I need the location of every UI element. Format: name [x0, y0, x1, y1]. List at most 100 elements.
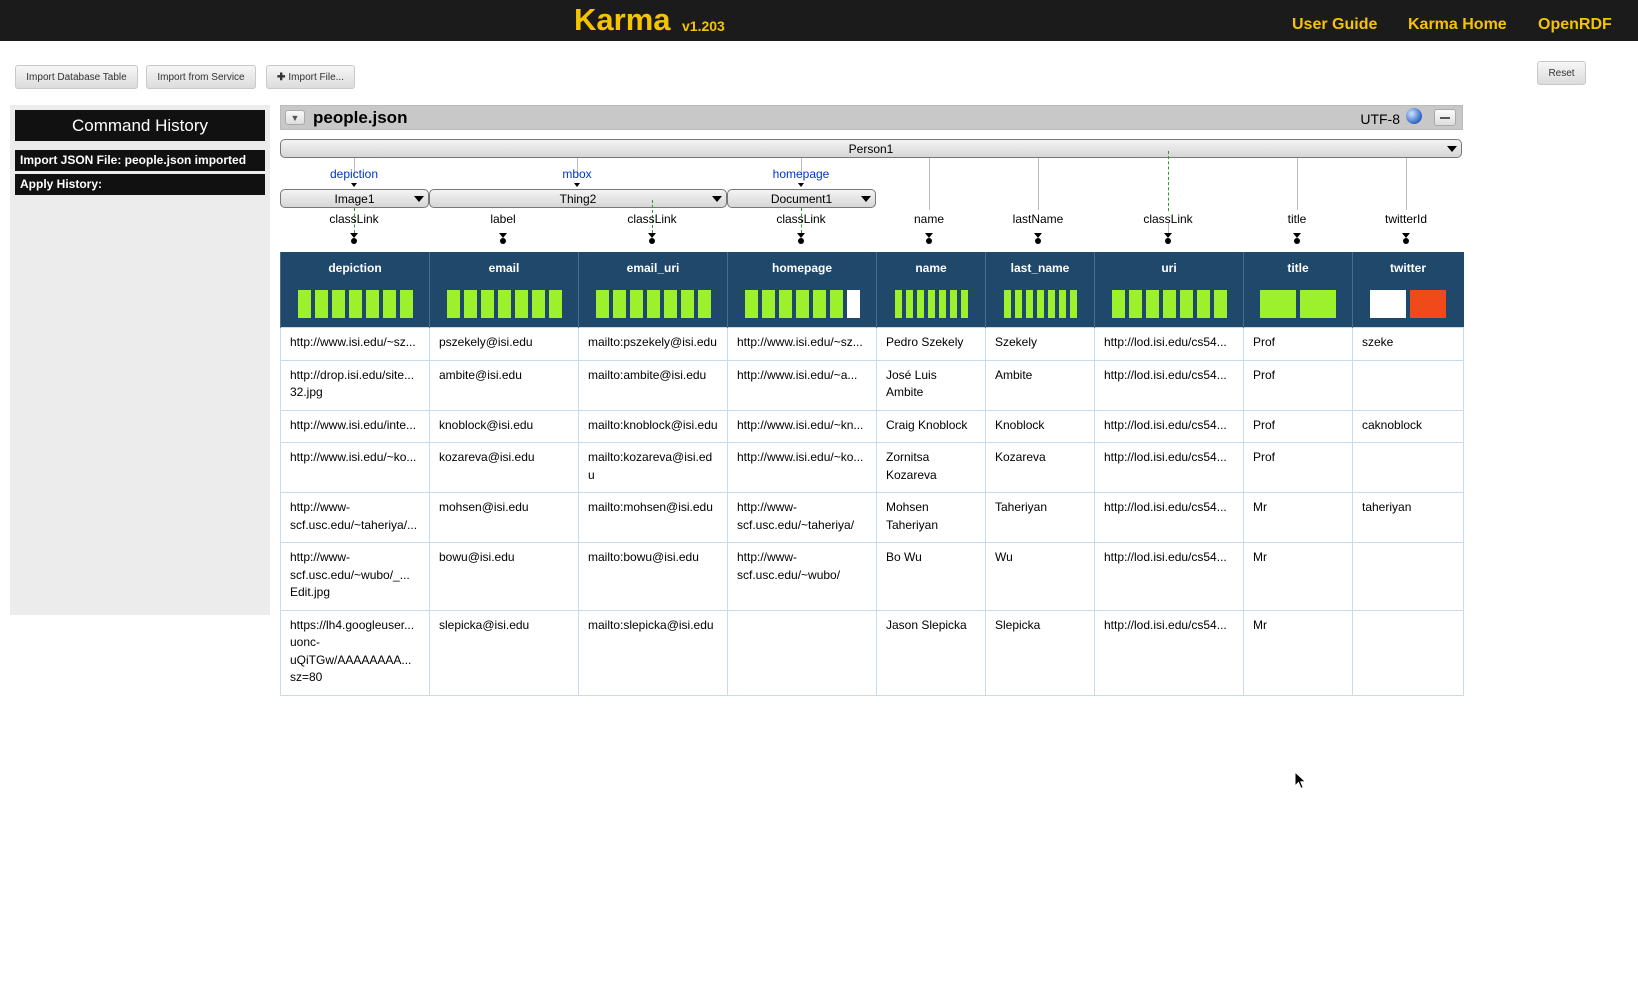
property-label[interactable]: label [490, 212, 515, 226]
class-node-document[interactable]: Document1 [727, 189, 876, 208]
column-header[interactable]: title [1243, 252, 1353, 328]
table-cell[interactable]: mailto:ambite@isi.edu [578, 359, 728, 411]
column-histogram[interactable] [1095, 290, 1243, 318]
table-cell[interactable]: mohsen@isi.edu [429, 492, 579, 543]
table-cell[interactable] [1352, 542, 1464, 611]
column-histogram[interactable] [1244, 290, 1352, 318]
column-header[interactable]: name [876, 252, 986, 328]
table-cell[interactable]: bowu@isi.edu [429, 542, 579, 611]
table-cell[interactable]: mailto:mohsen@isi.edu [578, 492, 728, 543]
table-cell[interactable]: mailto:kozareva@isi.edu [578, 442, 728, 493]
table-cell[interactable]: http://www- scf.usc.edu/~taheriya/... [280, 492, 430, 543]
table-cell[interactable]: Bo Wu [876, 542, 986, 611]
reset-button[interactable]: Reset [1537, 61, 1586, 85]
table-cell[interactable]: Craig Knoblock [876, 409, 986, 443]
openrdf-link[interactable]: OpenRDF [1538, 16, 1612, 34]
property-label[interactable]: twitterId [1385, 212, 1427, 226]
table-cell[interactable]: http://www- scf.usc.edu/~taheriya/ [727, 492, 877, 543]
table-cell[interactable]: Mohsen Taheriyan [876, 492, 986, 543]
table-cell[interactable]: http://lod.isi.edu/cs54... [1094, 442, 1244, 493]
column-histogram[interactable] [1353, 290, 1463, 318]
import-database-table-button[interactable]: Import Database Table [15, 65, 138, 89]
table-cell[interactable]: http://www.isi.edu/~a... [727, 359, 877, 411]
table-cell[interactable]: Taheriyan [985, 492, 1095, 543]
column-histogram[interactable] [430, 290, 578, 318]
command-history-item[interactable]: Apply History: [15, 174, 265, 195]
table-cell[interactable]: http://www- scf.usc.edu/~wubo/_... Edit.… [280, 542, 430, 611]
column-header[interactable]: uri [1094, 252, 1244, 328]
table-cell[interactable]: knoblock@isi.edu [429, 409, 579, 443]
minimize-button[interactable] [1434, 109, 1456, 126]
property-label[interactable]: name [914, 212, 944, 226]
column-header-label[interactable]: email [430, 261, 578, 275]
import-file-button[interactable]: ✚ Import File... [266, 65, 355, 89]
encoding-label[interactable]: UTF-8 [1360, 111, 1400, 127]
column-header-label[interactable]: uri [1095, 261, 1243, 275]
table-cell[interactable]: Prof [1243, 359, 1353, 411]
table-cell[interactable]: Mr [1243, 492, 1353, 543]
table-cell[interactable]: Pedro Szekely [876, 327, 986, 361]
table-cell[interactable]: mailto:slepicka@isi.edu [578, 609, 728, 696]
table-cell[interactable]: http://www.isi.edu/~kn... [727, 409, 877, 443]
table-cell[interactable]: Kozareva [985, 442, 1095, 493]
property-label[interactable]: classLink [329, 212, 378, 226]
table-cell[interactable]: http://www.isi.edu/~sz... [727, 327, 877, 361]
table-cell[interactable]: Prof [1243, 327, 1353, 361]
table-cell[interactable]: Jason Slepicka [876, 609, 986, 696]
table-cell[interactable]: Knoblock [985, 409, 1095, 443]
column-header-label[interactable]: title [1244, 261, 1352, 275]
table-cell[interactable]: Prof [1243, 409, 1353, 443]
table-cell[interactable]: Ambite [985, 359, 1095, 411]
table-cell[interactable]: Zornitsa Kozareva [876, 442, 986, 493]
table-cell[interactable]: http://lod.isi.edu/cs54... [1094, 609, 1244, 696]
table-cell[interactable]: Mr [1243, 609, 1353, 696]
globe-icon[interactable] [1406, 108, 1422, 124]
link-label-depiction[interactable]: depiction [330, 167, 378, 181]
table-cell[interactable]: https://lh4.googleuser... uonc- uQiTGw/A… [280, 609, 430, 696]
column-histogram[interactable] [728, 290, 876, 318]
table-cell[interactable]: Prof [1243, 442, 1353, 493]
column-header-label[interactable]: last_name [986, 261, 1094, 275]
table-cell[interactable]: slepicka@isi.edu [429, 609, 579, 696]
column-header[interactable]: homepage [727, 252, 877, 328]
column-header[interactable]: depiction [280, 252, 430, 328]
column-header[interactable]: twitter [1352, 252, 1464, 328]
table-cell[interactable] [1352, 609, 1464, 696]
property-label[interactable]: title [1288, 212, 1307, 226]
column-histogram[interactable] [877, 290, 985, 318]
column-header-label[interactable]: twitter [1353, 261, 1463, 275]
column-header-label[interactable]: homepage [728, 261, 876, 275]
table-cell[interactable]: José Luis Ambite [876, 359, 986, 411]
table-cell[interactable]: http://www- scf.usc.edu/~wubo/ [727, 542, 877, 611]
property-label[interactable]: classLink [627, 212, 676, 226]
table-cell[interactable]: http://lod.isi.edu/cs54... [1094, 327, 1244, 361]
table-cell[interactable]: caknoblock [1352, 409, 1464, 443]
table-cell[interactable]: http://lod.isi.edu/cs54... [1094, 359, 1244, 411]
karma-home-link[interactable]: Karma Home [1408, 16, 1507, 34]
user-guide-link[interactable]: User Guide [1292, 16, 1377, 34]
table-cell[interactable]: szeke [1352, 327, 1464, 361]
column-header[interactable]: last_name [985, 252, 1095, 328]
table-cell[interactable]: Slepicka [985, 609, 1095, 696]
column-header-label[interactable]: depiction [281, 261, 429, 275]
table-cell[interactable] [1352, 359, 1464, 411]
table-cell[interactable]: http://www.isi.edu/~ko... [280, 442, 430, 493]
table-cell[interactable]: http://www.isi.edu/~ko... [727, 442, 877, 493]
worksheet-options-button[interactable]: ▼ [285, 110, 305, 125]
table-cell[interactable]: Szekely [985, 327, 1095, 361]
command-history-item[interactable]: Import JSON File: people.json imported [15, 150, 265, 171]
class-node-thing[interactable]: Thing2 [429, 189, 727, 208]
class-node-person[interactable]: Person1 [280, 139, 1462, 158]
property-label[interactable]: classLink [1143, 212, 1192, 226]
table-cell[interactable]: http://www.isi.edu/inte... [280, 409, 430, 443]
column-header-label[interactable]: name [877, 261, 985, 275]
table-cell[interactable]: kozareva@isi.edu [429, 442, 579, 493]
table-cell[interactable]: http://lod.isi.edu/cs54... [1094, 542, 1244, 611]
table-cell[interactable] [1352, 442, 1464, 493]
column-histogram[interactable] [281, 290, 429, 318]
table-cell[interactable]: pszekely@isi.edu [429, 327, 579, 361]
table-cell[interactable]: http://lod.isi.edu/cs54... [1094, 409, 1244, 443]
table-cell[interactable]: taheriyan [1352, 492, 1464, 543]
table-cell[interactable]: http://www.isi.edu/~sz... [280, 327, 430, 361]
property-label[interactable]: classLink [776, 212, 825, 226]
